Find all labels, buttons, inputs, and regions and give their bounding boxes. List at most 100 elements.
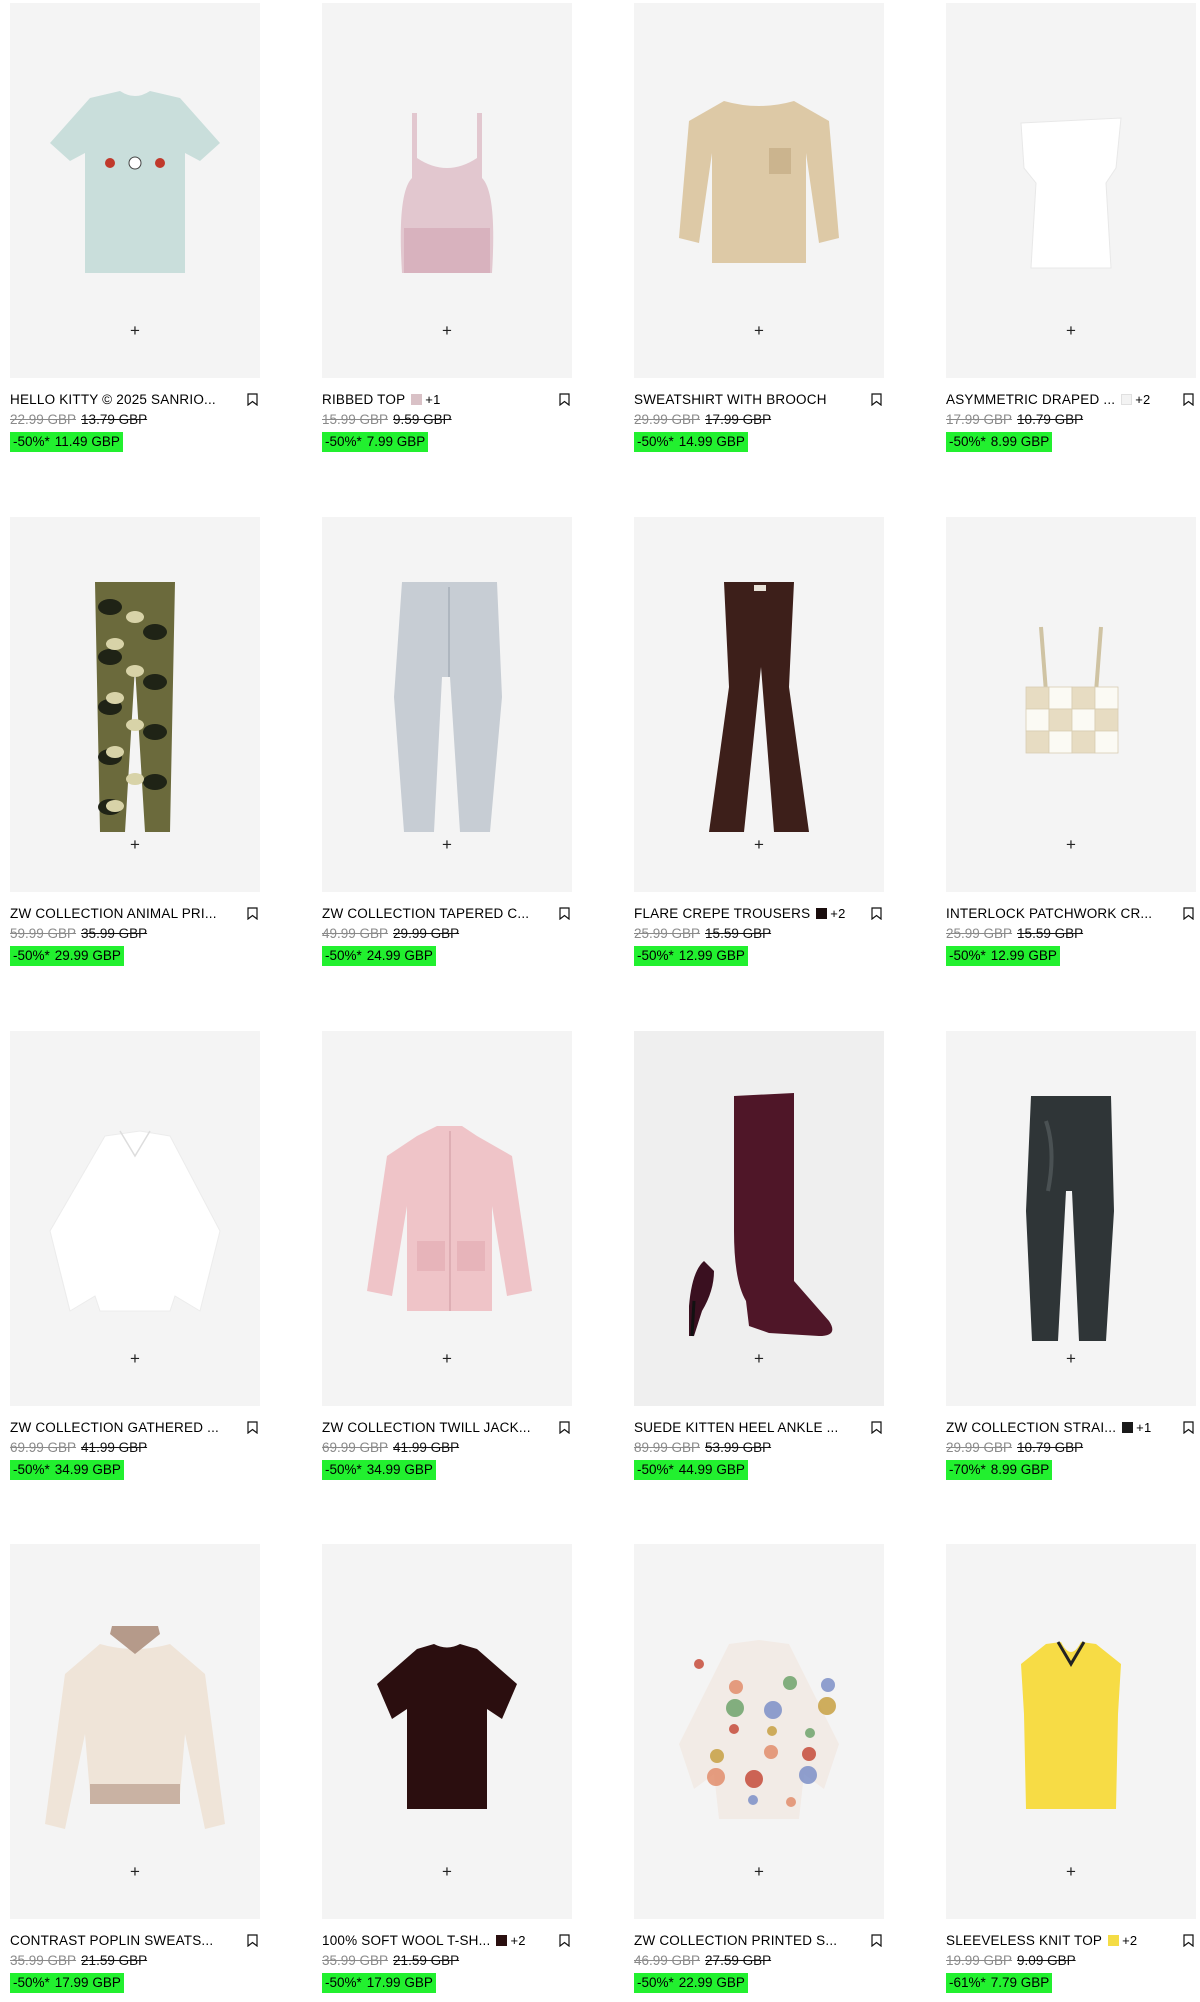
original-price: 25.99 GBP [634,926,701,941]
product-image[interactable]: + [946,1031,1196,1406]
product-card[interactable]: + 100% SOFT WOOL T-SH... +2 35.99 GBP 21.5… [322,1544,572,1993]
product-card[interactable]: + ZW COLLECTION ANIMAL PRI... 59.99 GBP 3… [10,517,260,966]
more-colors-count[interactable]: +2 [1135,392,1150,407]
add-to-cart-icon[interactable]: + [125,1349,145,1369]
bookmark-icon[interactable] [559,907,570,920]
bookmark-icon[interactable] [871,1934,882,1947]
bookmark-icon[interactable] [1183,1421,1194,1434]
more-colors-count[interactable]: +2 [830,906,845,921]
more-colors-count[interactable]: +2 [510,1933,525,1948]
bookmark-icon[interactable] [871,393,882,406]
bookmark-icon[interactable] [871,1421,882,1434]
product-image[interactable]: + [10,1544,260,1919]
bookmark-icon[interactable] [247,907,258,920]
add-to-cart-icon[interactable]: + [437,1349,457,1369]
add-to-cart-icon[interactable]: + [125,835,145,855]
product-name[interactable]: RIBBED TOP [322,392,405,407]
color-swatch[interactable] [1121,394,1133,405]
color-swatch[interactable] [411,394,423,405]
bookmark-icon[interactable] [247,393,258,406]
add-to-cart-icon[interactable]: + [125,1862,145,1882]
product-name[interactable]: ZW COLLECTION TAPERED C... [322,906,529,921]
product-image[interactable]: + [634,517,884,892]
more-colors-count[interactable]: +1 [425,392,440,407]
product-card[interactable]: + SLEEVELESS KNIT TOP +2 19.99 GBP 9.09 GB… [946,1544,1196,1993]
bookmark-icon[interactable] [247,1421,258,1434]
previous-price: 10.79 GBP [1017,412,1084,427]
product-name[interactable]: HELLO KITTY © 2025 SANRIO... [10,392,216,407]
product-image[interactable]: + [322,3,572,378]
product-card[interactable]: + RIBBED TOP +1 15.99 GBP 9.59 GBP -50%* 7.… [322,3,572,452]
add-to-cart-icon[interactable]: + [125,321,145,341]
product-name[interactable]: ZW COLLECTION STRAI... [946,1420,1116,1435]
color-swatch[interactable] [496,1935,508,1946]
add-to-cart-icon[interactable]: + [437,321,457,341]
add-to-cart-icon[interactable]: + [749,835,769,855]
bookmark-icon[interactable] [247,1934,258,1947]
product-name[interactable]: SUEDE KITTEN HEEL ANKLE ... [634,1420,838,1435]
product-card[interactable]: + ASYMMETRIC DRAPED ... +2 17.99 GBP 10.79… [946,3,1196,452]
add-to-cart-icon[interactable]: + [437,835,457,855]
bookmark-icon[interactable] [559,1934,570,1947]
bookmark-icon[interactable] [1183,393,1194,406]
product-name[interactable]: SLEEVELESS KNIT TOP [946,1933,1102,1948]
sale-badge: -50%* 11.49 GBP [10,432,123,452]
add-to-cart-icon[interactable]: + [749,1349,769,1369]
add-to-cart-icon[interactable]: + [749,1862,769,1882]
add-to-cart-icon[interactable]: + [1061,1862,1081,1882]
product-card[interactable]: + ZW COLLECTION TWILL JACK... 69.99 GBP 4… [322,1031,572,1480]
product-image[interactable]: + [946,1544,1196,1919]
product-image[interactable]: + [946,3,1196,378]
product-image[interactable]: + [10,3,260,378]
color-swatch[interactable] [1108,1935,1120,1946]
bookmark-icon[interactable] [1183,1934,1194,1947]
product-image[interactable]: + [10,1031,260,1406]
bookmark-icon[interactable] [559,393,570,406]
product-name[interactable]: FLARE CREPE TROUSERS [634,906,810,921]
product-image[interactable]: + [634,1544,884,1919]
product-image[interactable]: + [322,1031,572,1406]
product-image[interactable]: + [10,517,260,892]
product-card[interactable]: + ZW COLLECTION TAPERED C... 49.99 GBP 29… [322,517,572,966]
add-to-cart-icon[interactable]: + [437,1862,457,1882]
sale-badge: -50%* 34.99 GBP [322,1460,436,1480]
product-card[interactable]: + ZW COLLECTION GATHERED ... 69.99 GBP 41… [10,1031,260,1480]
product-name[interactable]: CONTRAST POPLIN SWEATS... [10,1933,213,1948]
product-name[interactable]: ZW COLLECTION ANIMAL PRI... [10,906,217,921]
product-name[interactable]: ZW COLLECTION GATHERED ... [10,1420,219,1435]
color-swatch[interactable] [816,908,828,919]
product-name[interactable]: 100% SOFT WOOL T-SH... [322,1933,490,1948]
product-image[interactable]: + [322,517,572,892]
product-card[interactable]: + ZW COLLECTION PRINTED S... 46.99 GBP 27… [634,1544,884,1993]
product-image[interactable]: + [322,1544,572,1919]
bookmark-icon[interactable] [1183,907,1194,920]
product-card[interactable]: + ZW COLLECTION STRAI... +1 29.99 GBP 10.7… [946,1031,1196,1480]
product-card[interactable]: + FLARE CREPE TROUSERS +2 25.99 GBP 15.59 … [634,517,884,966]
original-price: 29.99 GBP [946,1440,1013,1455]
product-card[interactable]: + INTERLOCK PATCHWORK CR... 25.99 GBP 15.… [946,517,1196,966]
bookmark-icon[interactable] [559,1421,570,1434]
product-image[interactable]: + [634,3,884,378]
sale-badge: -50%* 29.99 GBP [10,946,124,966]
bookmark-icon[interactable] [871,907,882,920]
add-to-cart-icon[interactable]: + [1061,1349,1081,1369]
product-name[interactable]: ASYMMETRIC DRAPED ... [946,392,1115,407]
color-swatch[interactable] [1122,1422,1134,1433]
add-to-cart-icon[interactable]: + [1061,321,1081,341]
product-name[interactable]: SWEATSHIRT WITH BROOCH [634,392,827,407]
more-colors-count[interactable]: +1 [1136,1420,1151,1435]
product-name[interactable]: ZW COLLECTION TWILL JACK... [322,1420,531,1435]
add-to-cart-icon[interactable]: + [749,321,769,341]
product-image[interactable]: + [946,517,1196,892]
product-card[interactable]: + SUEDE KITTEN HEEL ANKLE ... 89.99 GBP 5… [634,1031,884,1480]
more-colors-count[interactable]: +2 [1122,1933,1137,1948]
product-name[interactable]: INTERLOCK PATCHWORK CR... [946,906,1152,921]
add-to-cart-icon[interactable]: + [1061,835,1081,855]
product-image[interactable]: + [634,1031,884,1406]
product-card[interactable]: + CONTRAST POPLIN SWEATS... 35.99 GBP 21.… [10,1544,260,1993]
product-name[interactable]: ZW COLLECTION PRINTED S... [634,1933,837,1948]
product-card[interactable]: + SWEATSHIRT WITH BROOCH 29.99 GBP 17.99 … [634,3,884,452]
sale-price: 14.99 GBP [678,434,745,449]
product-card[interactable]: + HELLO KITTY © 2025 SANRIO... 22.99 GBP… [10,3,260,452]
original-price: 69.99 GBP [322,1440,389,1455]
